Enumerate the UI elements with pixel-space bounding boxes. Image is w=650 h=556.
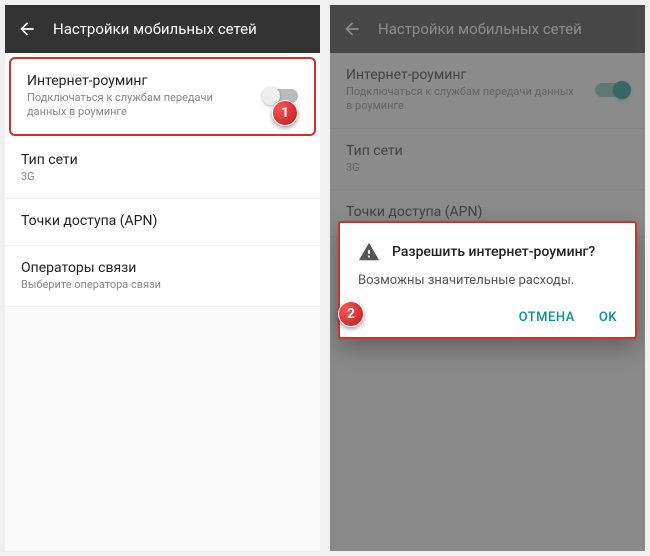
operators-title: Операторы связи (21, 260, 304, 276)
step-badge-2: 2 (338, 301, 364, 327)
roaming-title: Интернет-роуминг (27, 73, 298, 89)
app-header: Настройки мобильных сетей (5, 5, 320, 53)
confirm-dialog: Разрешить интернет-роуминг? Возможны зна… (338, 221, 637, 339)
dialog-body: Возможны значительные расходы. (358, 273, 617, 288)
apn-item[interactable]: Точки доступа (APN) (5, 199, 320, 246)
cancel-button[interactable]: ОТМЕНА (519, 310, 575, 325)
roaming-item[interactable]: Интернет-роуминг Подключаться к службам … (9, 57, 316, 136)
operators-sub: Выберите оператора связи (21, 278, 304, 292)
nettype-title: Тип сети (21, 152, 304, 168)
nettype-item[interactable]: Тип сети 3G (5, 138, 320, 199)
dialog-title: Разрешить интернет-роуминг? (392, 244, 595, 260)
header-title: Настройки мобильных сетей (53, 20, 257, 38)
operators-item[interactable]: Операторы связи Выберите оператора связи (5, 246, 320, 307)
apn-title: Точки доступа (APN) (21, 213, 304, 229)
ok-button[interactable]: OK (599, 310, 617, 325)
nettype-sub: 3G (21, 170, 304, 184)
dialog-actions: ОТМЕНА OK (358, 306, 617, 329)
step-badge-1: 1 (272, 100, 298, 126)
dialog-header: Разрешить интернет-роуминг? (358, 241, 617, 263)
warning-icon (358, 241, 380, 263)
phone-right: Настройки мобильных сетей Интернет-роуми… (330, 5, 645, 551)
back-icon[interactable] (17, 19, 37, 39)
phone-left: Настройки мобильных сетей Интернет-роуми… (5, 5, 320, 551)
settings-list: Интернет-роуминг Подключаться к службам … (5, 53, 320, 551)
roaming-sub: Подключаться к службам передачи данных в… (27, 91, 298, 120)
